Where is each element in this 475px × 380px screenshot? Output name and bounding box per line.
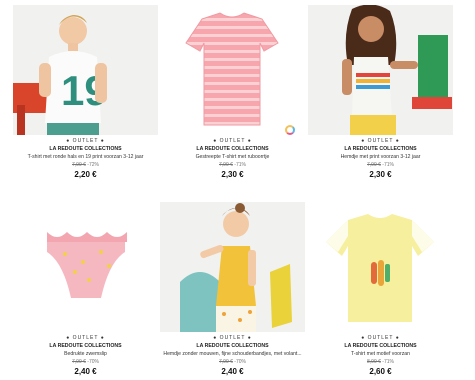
product-brand[interactable]: LA REDOUTE COLLECTIONS	[160, 145, 305, 153]
product-image[interactable]	[160, 202, 305, 332]
old-price: 8,99 €	[367, 359, 381, 365]
discount: -72%	[87, 162, 99, 168]
product-card[interactable]: ● OUTLET ● LA REDOUTE COLLECTIONS Gestre…	[160, 5, 305, 180]
outlet-badge: ● OUTLET ●	[213, 138, 252, 144]
old-price: 7,99 €	[367, 162, 381, 168]
discount: -71%	[382, 359, 394, 365]
price: 2,40 €	[74, 367, 97, 376]
product-image[interactable]	[308, 5, 453, 135]
outlet-badge: ● OUTLET ●	[361, 335, 400, 341]
price: 2,60 €	[369, 367, 392, 376]
product-image[interactable]	[160, 5, 305, 135]
product-name[interactable]: Hemdje met print voorzan 3-12 jaar	[308, 153, 453, 161]
product-name[interactable]: T-shirt met motief voorzan	[308, 350, 453, 358]
product-brand[interactable]: LA REDOUTE COLLECTIONS	[13, 145, 158, 153]
discount: -70%	[87, 359, 99, 365]
product-image[interactable]	[308, 202, 453, 332]
discount: -71%	[234, 162, 246, 168]
product-card[interactable]: ● OUTLET ● LA REDOUTE COLLECTIONS Hemdje…	[308, 5, 453, 180]
product-card[interactable]: 19 ● OUTLET ● LA REDOUTE COLLECTIONS T-s…	[13, 5, 158, 180]
product-name[interactable]: T-shirt met ronde hals en 19 print voorz…	[13, 153, 158, 161]
outlet-badge: ● OUTLET ●	[361, 138, 400, 144]
product-image[interactable]	[13, 202, 158, 332]
price: 2,30 €	[369, 170, 392, 179]
product-brand[interactable]: LA REDOUTE COLLECTIONS	[13, 342, 158, 350]
discount: -71%	[382, 162, 394, 168]
product-name[interactable]: Gestreepte T-shirt met ruboorrtje	[160, 153, 305, 161]
outlet-badge: ● OUTLET ●	[213, 335, 252, 341]
price: 2,40 €	[221, 367, 244, 376]
loading-spinner-icon	[285, 125, 295, 135]
old-price: 7,99 €	[219, 359, 233, 365]
product-card[interactable]: ● OUTLET ● LA REDOUTE COLLECTIONS Hemdje…	[160, 202, 305, 377]
outlet-badge: ● OUTLET ●	[66, 335, 105, 341]
product-card[interactable]: ● OUTLET ● LA REDOUTE COLLECTIONS Bedruk…	[13, 202, 158, 377]
old-price: 7,99 €	[72, 162, 86, 168]
product-name[interactable]: Hemdje zonder mouwen, fijne schouderband…	[160, 350, 305, 358]
product-brand[interactable]: LA REDOUTE COLLECTIONS	[308, 342, 453, 350]
product-brand[interactable]: LA REDOUTE COLLECTIONS	[160, 342, 305, 350]
old-price: 7,99 €	[219, 162, 233, 168]
product-card[interactable]: ● OUTLET ● LA REDOUTE COLLECTIONS T-shir…	[308, 202, 453, 377]
product-name[interactable]: Bedrukte zwemslip	[13, 350, 158, 358]
product-image[interactable]: 19	[13, 5, 158, 135]
discount: -70%	[234, 359, 246, 365]
price: 2,30 €	[221, 170, 244, 179]
product-brand[interactable]: LA REDOUTE COLLECTIONS	[308, 145, 453, 153]
outlet-badge: ● OUTLET ●	[66, 138, 105, 144]
price: 2,20 €	[74, 170, 97, 179]
old-price: 7,99 €	[72, 359, 86, 365]
